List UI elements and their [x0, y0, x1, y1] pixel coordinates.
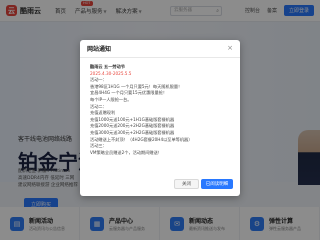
notice-line: 活动赠送上不封顶！（4H2G套餐20H4以至单等机器）	[90, 136, 193, 142]
modal-header: 网站通知 ×	[80, 40, 240, 58]
notice-line: VM策略全员赠送2个，活动期间赠送！	[90, 149, 162, 155]
notice-line: 充值3000元送300元+2H2G基础版套餐机器	[90, 129, 175, 135]
notice-line: 活动三：	[90, 143, 107, 149]
modal-title: 网站通知	[87, 46, 112, 53]
notice-line: 活动二：	[90, 103, 107, 109]
close-icon[interactable]: ×	[227, 45, 233, 52]
notice-line: 香港98区1H1G 一个月只要5元！每天随机限量！	[90, 83, 183, 89]
notice-modal: 网站通知 × 酷雨云 五一劳动节 2025.4.30-2025.5.5 活动一： 香港…	[80, 40, 240, 196]
notice-line: 2025.4.30-2025.5.5	[90, 70, 132, 76]
modal-body: 酷雨云 五一劳动节 2025.4.30-2025.5.5 活动一： 香港98区1H1G…	[80, 58, 240, 173]
notice-line: 宜昌4H4G 一个月只要15元优惠限量抢！	[90, 90, 168, 96]
page: 云 酷雨云 首页 HOT 产品与服务▼ 解决方案▼ 云服务器 ⌕ 控制台 备案 …	[0, 0, 320, 240]
acknowledge-button[interactable]: 已阅读明细	[201, 179, 233, 189]
notice-line: 充值返赠现利	[90, 110, 116, 116]
close-button[interactable]: 关闭	[174, 179, 199, 189]
modal-footer: 关闭 已阅读明细	[80, 174, 240, 196]
notice-line: 充值2000元送200元+2H2G基础版套餐机器	[90, 123, 175, 129]
notice-line: 活动一：	[90, 77, 107, 83]
notice-line: 充值1000元送100元+1H1G基础版套餐机器	[90, 116, 175, 122]
notice-line: 酷雨云 五一劳动节	[90, 64, 125, 69]
notice-line: 每个IP一人限抢一台。	[90, 96, 132, 102]
